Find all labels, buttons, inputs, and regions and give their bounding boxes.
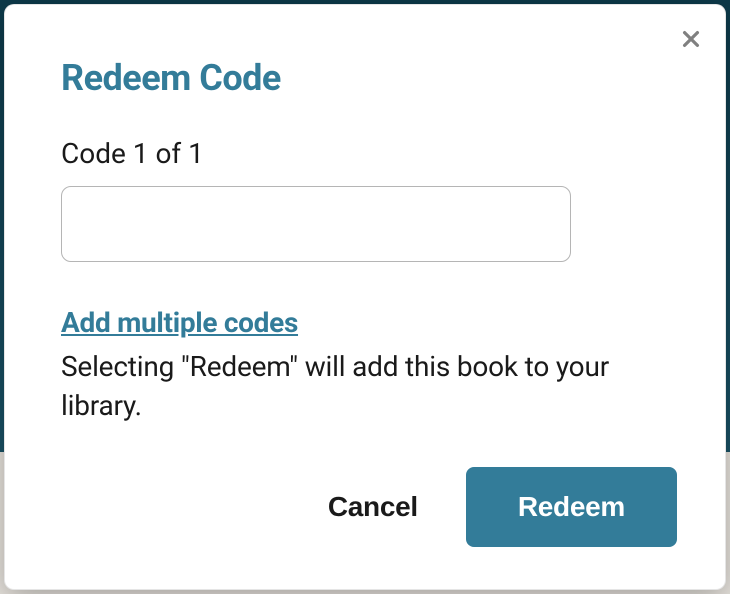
- cancel-button[interactable]: Cancel: [324, 483, 422, 531]
- modal-title: Redeem Code: [61, 57, 669, 99]
- redeem-button[interactable]: Redeem: [466, 467, 677, 547]
- close-button[interactable]: [675, 23, 707, 55]
- code-counter-label: Code 1 of 1: [61, 137, 669, 170]
- close-icon: [680, 28, 702, 50]
- redeem-code-modal: Redeem Code Code 1 of 1 Add multiple cod…: [4, 4, 726, 590]
- modal-content: Redeem Code Code 1 of 1 Add multiple cod…: [5, 5, 725, 437]
- add-multiple-codes-link[interactable]: Add multiple codes: [61, 306, 298, 339]
- code-input[interactable]: [61, 186, 571, 262]
- helper-text: Selecting "Redeem" will add this book to…: [61, 347, 669, 425]
- modal-footer: Cancel Redeem: [5, 437, 725, 589]
